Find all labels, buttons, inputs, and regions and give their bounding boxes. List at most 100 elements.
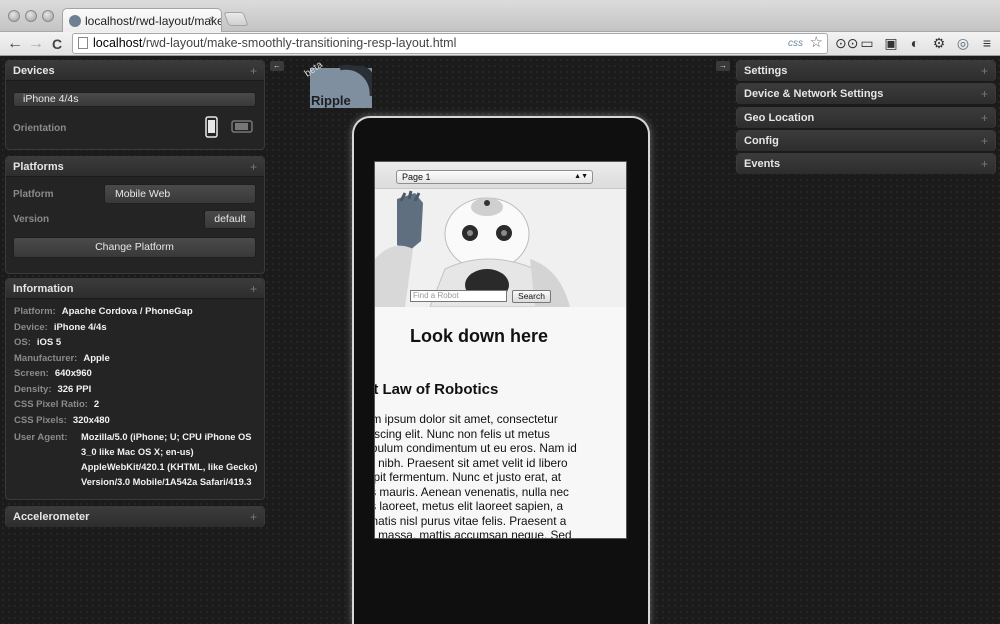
minimize-window-button[interactable]: [25, 10, 37, 22]
css-icon[interactable]: css: [788, 34, 803, 53]
page-select[interactable]: Page 1 ▲▼: [396, 170, 593, 184]
find-robot-input[interactable]: Find a Robot: [410, 290, 507, 302]
info-key: Density:: [14, 384, 52, 395]
select-caret-icon: ▲▼: [574, 173, 588, 180]
collapse-right-panel-button[interactable]: →: [716, 61, 730, 71]
browser-tab[interactable]: localhost/rwd-layout/make ×: [62, 8, 222, 33]
paragraph-line: piscing elit. Nunc non felis ut metus: [374, 426, 550, 441]
extension-screen-icon[interactable]: ▣: [882, 35, 900, 51]
devices-panel: Devices + iPhone 4/4s Orientation: [5, 60, 265, 150]
platform-select[interactable]: Mobile Web: [104, 184, 256, 204]
back-button[interactable]: ←: [7, 34, 23, 54]
config-panel-title: Config: [744, 135, 779, 147]
info-value: 326 PPI: [57, 384, 92, 395]
close-window-button[interactable]: [8, 10, 20, 22]
bookmark-star-icon[interactable]: ☆: [810, 33, 823, 52]
browser-toolbar: ← → C localhost/rwd-layout/make-smoothly…: [0, 32, 1000, 56]
info-key: Device:: [14, 322, 48, 333]
extension-glasses-icon[interactable]: ⊙⊙: [835, 35, 858, 51]
portrait-orientation-icon[interactable]: [205, 116, 218, 138]
forward-button[interactable]: →: [28, 34, 44, 54]
user-agent-line: 3_0 like Mac OS X; en-us): [81, 447, 194, 457]
settings-panel-title: Settings: [744, 65, 788, 77]
info-row: Device: iPhone 4/4s: [14, 322, 107, 333]
information-panel-header[interactable]: Information +: [6, 279, 264, 299]
platforms-panel-header[interactable]: Platforms +: [6, 157, 264, 177]
url-path: /rwd-layout/make-smoothly-transitioning-…: [142, 36, 457, 50]
info-key: Platform:: [14, 306, 56, 317]
info-key: OS:: [14, 337, 31, 348]
page-icon: [78, 37, 88, 49]
info-row: Manufacturer: Apple: [14, 353, 110, 364]
expand-plus-icon[interactable]: +: [981, 61, 988, 81]
zoom-window-button[interactable]: [42, 10, 54, 22]
platforms-panel-title: Platforms: [13, 161, 64, 173]
expand-plus-icon[interactable]: +: [981, 154, 988, 174]
user-agent-line: Version/3.0 Mobile/1A542a Safari/419.3: [81, 477, 252, 487]
url-host: localhost: [93, 36, 143, 50]
landscape-orientation-icon[interactable]: [231, 120, 253, 133]
search-button[interactable]: Search: [512, 290, 551, 303]
info-value: Apple: [83, 353, 110, 364]
expand-plus-icon[interactable]: +: [981, 108, 988, 128]
events-panel: Events +: [736, 153, 996, 174]
collapse-left-panel-button[interactable]: ←: [270, 61, 284, 71]
paragraph-line: em ipsum dolor sit amet, consectetur: [374, 412, 558, 426]
info-key: CSS Pixel Ratio:: [14, 399, 88, 410]
ripple-extension-icon[interactable]: ◎: [954, 35, 972, 51]
extension-record-icon[interactable]: ◐: [906, 35, 924, 51]
info-value: iOS 5: [36, 337, 62, 348]
emulated-phone-screen[interactable]: Page 1 ▲▼ Find a Robot Search Look down …: [374, 161, 627, 539]
address-bar[interactable]: localhost/rwd-layout/make-smoothly-trans…: [72, 33, 828, 54]
device-select[interactable]: iPhone 4/4s: [13, 92, 256, 107]
config-panel: Config +: [736, 130, 996, 151]
page-subheading: st Law of Robotics: [374, 381, 499, 398]
info-key: Manufacturer:: [14, 353, 78, 364]
expand-plus-icon[interactable]: +: [250, 279, 257, 299]
info-row: CSS Pixels: 320x480: [14, 415, 110, 426]
version-select-value: default: [214, 213, 246, 225]
device-network-settings-panel-header[interactable]: Device & Network Settings +: [737, 84, 995, 104]
paragraph-line: cipit fermentum. Nunc et justo erat, at: [374, 470, 562, 484]
devices-panel-header[interactable]: Devices +: [6, 61, 264, 81]
info-value: Apache Cordova / PhoneGap: [61, 306, 193, 317]
config-panel-header[interactable]: Config +: [737, 131, 995, 151]
menu-icon[interactable]: ≡: [978, 35, 996, 51]
change-platform-button[interactable]: Change Platform: [13, 237, 256, 258]
page-select-bar: Page 1 ▲▼: [375, 162, 626, 189]
version-select[interactable]: default: [204, 210, 256, 229]
device-network-settings-panel-title: Device & Network Settings: [744, 88, 884, 100]
accelerometer-panel-title: Accelerometer: [13, 511, 90, 523]
events-panel-header[interactable]: Events +: [737, 154, 995, 174]
info-key: CSS Pixels:: [14, 415, 67, 426]
information-panel-title: Information: [13, 283, 74, 295]
new-tab-button[interactable]: [223, 12, 249, 26]
expand-plus-icon[interactable]: +: [250, 157, 257, 177]
favicon-icon: [69, 15, 81, 27]
expand-plus-icon[interactable]: +: [250, 61, 257, 81]
user-agent-line: AppleWebKit/420.1 (KHTML, like Gecko): [81, 462, 258, 472]
reload-button[interactable]: C: [52, 34, 62, 54]
extension-window-icon[interactable]: ▭: [858, 35, 876, 51]
info-row: Screen: 640x960: [14, 368, 92, 379]
user-agent-label-row: User Agent:: [14, 432, 74, 443]
info-value: 2: [93, 399, 100, 410]
user-agent-line: Mozilla/5.0 (iPhone; U; CPU iPhone OS: [81, 432, 252, 442]
geo-location-panel-title: Geo Location: [744, 112, 815, 124]
expand-plus-icon[interactable]: +: [981, 84, 988, 104]
accelerometer-panel-header[interactable]: Accelerometer +: [6, 507, 264, 527]
expand-plus-icon[interactable]: +: [981, 131, 988, 151]
paragraph-line: m massa, mattis accumsan neque. Sed: [374, 528, 572, 539]
info-key: Screen:: [14, 368, 49, 379]
settings-panel-header[interactable]: Settings +: [737, 61, 995, 81]
orientation-label: Orientation: [13, 123, 67, 134]
page-select-value: Page 1: [402, 172, 431, 182]
geo-location-panel-header[interactable]: Geo Location +: [737, 108, 995, 128]
browser-titlebar: localhost/rwd-layout/make ×: [0, 0, 1000, 33]
paragraph-line: lis laoreet, metus elit laoreet sapien, …: [374, 499, 564, 513]
expand-plus-icon[interactable]: +: [250, 507, 257, 527]
settings-gear-icon[interactable]: ⚙: [930, 35, 948, 51]
events-panel-title: Events: [744, 158, 781, 170]
info-value: 640x960: [54, 368, 92, 379]
tab-close-icon[interactable]: ×: [209, 14, 215, 26]
